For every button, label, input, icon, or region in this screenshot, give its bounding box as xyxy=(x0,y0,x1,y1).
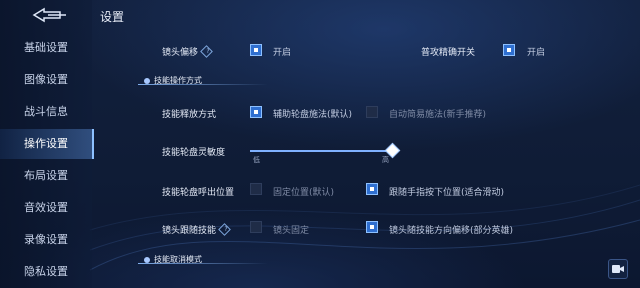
sidebar-item-privacy[interactable]: 隐私设置 xyxy=(0,257,92,287)
wheel-sensitivity-slider[interactable] xyxy=(250,150,393,152)
lens-follow-offset-option: 镜头随技能方向偏移(部分英雄) xyxy=(389,226,514,236)
wheel-position-label: 技能轮盘呼出位置 xyxy=(162,188,235,198)
slider-high-label: 高 xyxy=(382,156,389,164)
sidebar-item-battle-info[interactable]: 战斗信息 xyxy=(0,97,92,127)
wheel-sensitivity-label: 技能轮盘灵敏度 xyxy=(162,148,226,158)
normal-attack-precise-checkbox[interactable] xyxy=(503,44,515,56)
lens-follow-label: 镜头跟随技能 xyxy=(162,226,217,236)
video-record-button[interactable] xyxy=(608,259,628,279)
normal-attack-precise-label: 普攻精确开关 xyxy=(421,48,476,58)
wheel-position-fixed-checkbox[interactable] xyxy=(250,183,262,195)
release-method-auto-option: 自动简易施法(新手推荐) xyxy=(389,110,487,120)
video-camera-icon xyxy=(612,265,624,273)
lens-offset-checkbox[interactable] xyxy=(250,44,262,56)
back-button[interactable] xyxy=(14,6,72,24)
back-arrow-icon xyxy=(32,7,66,23)
background xyxy=(0,0,640,288)
section-cancel-mode: 技能取消模式 xyxy=(144,255,202,265)
sidebar-item-replay[interactable]: 录像设置 xyxy=(0,225,92,255)
section-skill-method: 技能操作方式 xyxy=(144,76,202,86)
lens-follow-offset-checkbox[interactable] xyxy=(366,221,378,233)
sidebar-item-layout[interactable]: 布局设置 xyxy=(0,161,92,191)
lens-offset-label: 镜头偏移 xyxy=(162,48,199,58)
sidebar: 基础设置 图像设置 战斗信息 操作设置 布局设置 音效设置 录像设置 隐私设置 xyxy=(0,0,94,288)
wheel-position-follow-checkbox[interactable] xyxy=(366,183,378,195)
lens-follow-fixed-option: 镜头固定 xyxy=(273,226,310,236)
slider-low-label: 低 xyxy=(253,156,260,164)
release-method-label: 技能释放方式 xyxy=(162,110,217,120)
release-method-auto-checkbox[interactable] xyxy=(366,106,378,118)
wheel-position-fixed-option: 固定位置(默认) xyxy=(273,188,335,198)
release-method-assist-option: 辅助轮盘施法(默认) xyxy=(273,110,353,120)
page-title: 设置 xyxy=(100,10,125,24)
wheel-position-follow-option: 跟随手指按下位置(适合滑动) xyxy=(389,188,505,198)
lens-follow-fixed-checkbox[interactable] xyxy=(250,221,262,233)
release-method-assist-checkbox[interactable] xyxy=(250,106,262,118)
normal-attack-precise-option: 开启 xyxy=(527,48,546,58)
lens-offset-option: 开启 xyxy=(273,48,292,58)
sidebar-item-graphics[interactable]: 图像设置 xyxy=(0,65,92,95)
sidebar-item-controls[interactable]: 操作设置 xyxy=(0,129,94,159)
sidebar-item-audio[interactable]: 音效设置 xyxy=(0,193,92,223)
sidebar-item-basic[interactable]: 基础设置 xyxy=(0,33,92,63)
